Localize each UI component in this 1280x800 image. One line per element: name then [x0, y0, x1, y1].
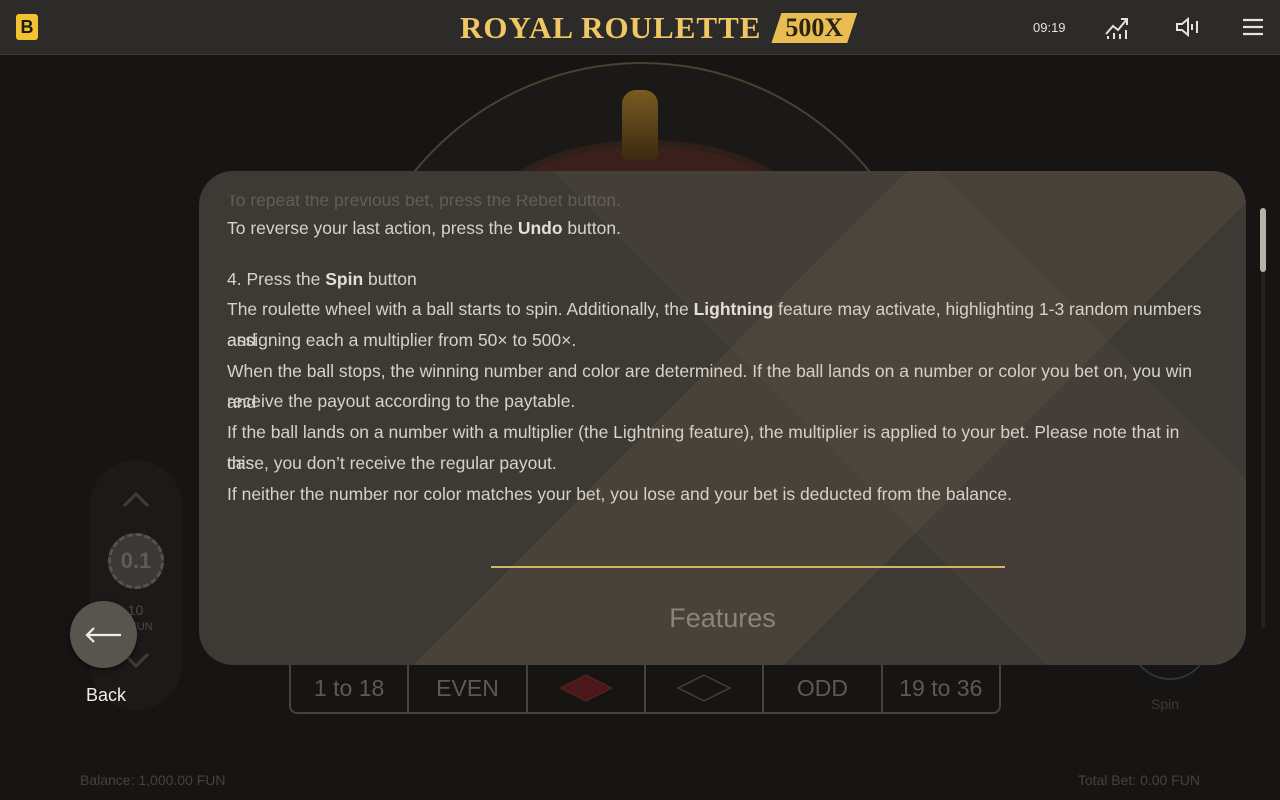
bet-red[interactable]: [528, 664, 646, 712]
rules-undo-line: To reverse your last action, press the U…: [227, 218, 621, 238]
red-diamond-icon: [558, 674, 613, 702]
back-button[interactable]: [70, 601, 137, 668]
rules-scrollbar-thumb[interactable]: [1260, 208, 1266, 272]
wheel-spindle: [622, 90, 658, 160]
stats-chart-icon[interactable]: [1104, 14, 1130, 40]
total-bet: Total Bet: 0.00 FUN: [1077, 772, 1200, 788]
brand-logo[interactable]: B: [16, 14, 38, 40]
game-title-text: ROYAL ROULETTE: [460, 10, 762, 45]
rules-paragraph: If neither the number nor color matches …: [227, 484, 1013, 504]
chip[interactable]: 0.1: [108, 533, 164, 589]
arrow-left-icon: [85, 627, 121, 643]
rules-content: To repeat the previous bet, press the Re…: [227, 171, 1207, 665]
rules-panel[interactable]: To repeat the previous bet, press the Re…: [199, 171, 1246, 665]
menu-icon[interactable]: [1240, 14, 1266, 40]
bet-odd[interactable]: ODD: [764, 664, 883, 712]
clock: 09:19: [1033, 20, 1066, 35]
rules-faded-line: To repeat the previous bet, press the Re…: [227, 190, 621, 210]
bet-even[interactable]: EVEN: [409, 664, 528, 712]
section-divider: [491, 566, 1005, 568]
balance: Balance: 1,000.00 FUN: [80, 772, 226, 788]
rules-paragraph: receive the payout according to the payt…: [227, 391, 576, 411]
chevron-up-icon[interactable]: [120, 486, 152, 510]
game-title: ROYAL ROULETTE 500X: [460, 8, 857, 48]
spin-label: Spin: [1151, 696, 1180, 712]
black-diamond-icon: [677, 674, 732, 702]
bet-black[interactable]: [646, 664, 765, 712]
rules-paragraph: assigning each a multiplier from 50× to …: [227, 330, 577, 350]
features-heading: Features: [669, 603, 776, 633]
outside-bets: 1 to 18 EVEN ODD 19 to 36: [289, 664, 1001, 714]
bet-1-to-18[interactable]: 1 to 18: [291, 664, 410, 712]
top-bar: B ROYAL ROULETTE 500X 09:19: [0, 0, 1280, 55]
rules-step-4: 4. Press the Spin button: [227, 269, 417, 289]
bet-19-to-36[interactable]: 19 to 36: [883, 664, 999, 712]
sound-icon[interactable]: [1174, 14, 1200, 40]
game-title-badge: 500X: [771, 13, 857, 43]
back-label: Back: [86, 685, 127, 705]
rules-paragraph: case, you don’t receive the regular payo…: [227, 453, 557, 473]
